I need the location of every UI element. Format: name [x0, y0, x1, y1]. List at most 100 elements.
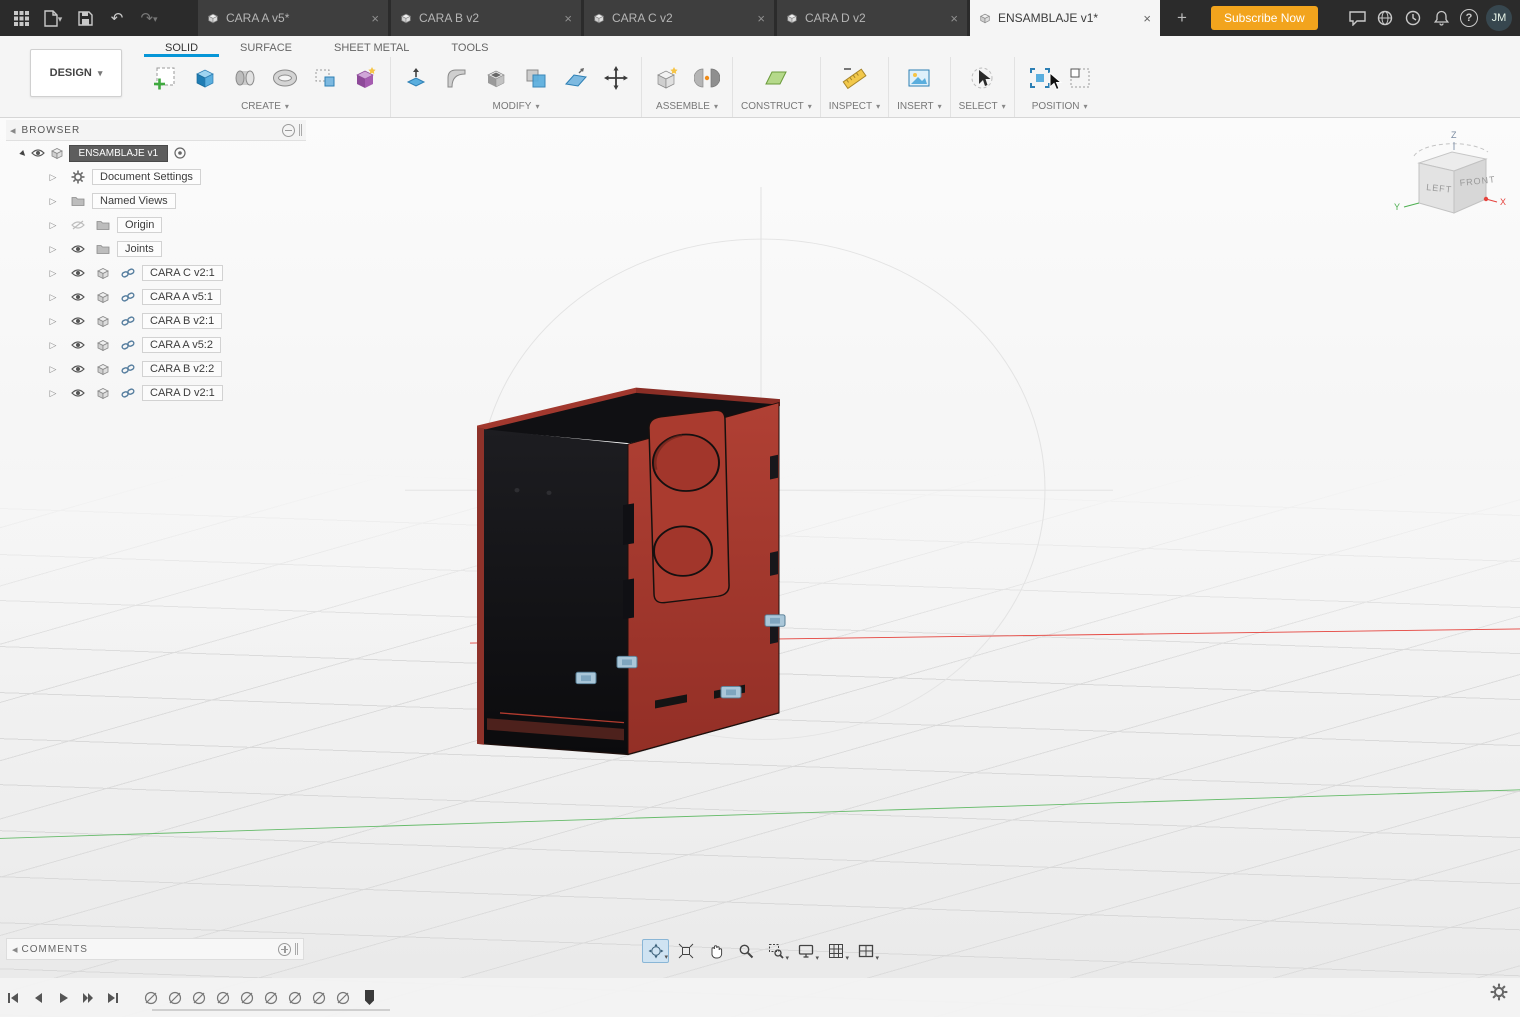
browser-item-label[interactable]: Named Views: [92, 193, 176, 209]
new-tab-button[interactable]: [1169, 5, 1195, 31]
file-menu-icon[interactable]: [42, 7, 64, 29]
timeline-feature-icon[interactable]: [141, 987, 160, 1008]
group-construct-menu[interactable]: CONSTRUCT: [741, 98, 812, 112]
browser-item-label[interactable]: CARA A v5:2: [142, 337, 221, 353]
joint-handle[interactable]: [616, 655, 638, 669]
document-tab[interactable]: CARA A v5*: [198, 0, 388, 36]
group-insert-menu[interactable]: INSERT: [897, 98, 942, 112]
document-tab[interactable]: CARA D v2: [777, 0, 967, 36]
browser-row[interactable]: Joints: [6, 237, 306, 261]
browser-item-label[interactable]: CARA D v2:1: [142, 385, 223, 401]
timeline-settings-gear-icon[interactable]: [1490, 983, 1508, 1006]
eye-icon[interactable]: [71, 242, 85, 256]
press-pull-icon[interactable]: [399, 61, 433, 95]
browser-item-label[interactable]: Joints: [117, 241, 162, 257]
comments-panel[interactable]: COMMENTS: [6, 938, 304, 960]
new-component-icon[interactable]: [650, 61, 684, 95]
capture-position-icon[interactable]: [1023, 61, 1057, 95]
offset-face-icon[interactable]: [559, 61, 593, 95]
browser-row[interactable]: Origin: [6, 213, 306, 237]
zoom-tool-button[interactable]: [732, 939, 759, 963]
joint-handle[interactable]: [764, 614, 786, 627]
expander-icon[interactable]: [50, 363, 57, 375]
extensions-icon[interactable]: [1374, 7, 1396, 29]
close-icon[interactable]: [371, 11, 379, 26]
browser-item-label[interactable]: CARA A v5:1: [142, 289, 221, 305]
timeline-feature-icon[interactable]: [189, 987, 208, 1008]
timeline-feature-icon[interactable]: [309, 987, 328, 1008]
eye-icon[interactable]: [71, 362, 85, 376]
collapse-panel-icon[interactable]: [10, 124, 16, 137]
timeline-skip-end-button[interactable]: [100, 987, 125, 1009]
construction-plane-icon[interactable]: [759, 61, 793, 95]
close-icon[interactable]: [1143, 11, 1151, 26]
document-tab[interactable]: CARA B v2: [391, 0, 581, 36]
activate-target-icon[interactable]: [173, 146, 187, 160]
orbit-tool-button[interactable]: [642, 939, 669, 963]
model[interactable]: [477, 387, 780, 756]
undo-icon[interactable]: ↶: [106, 7, 128, 29]
timeline-feature-icon[interactable]: [213, 987, 232, 1008]
expander-icon[interactable]: [50, 195, 57, 207]
browser-row[interactable]: CARA D v2:1: [6, 381, 306, 405]
comments-icon[interactable]: [1346, 7, 1368, 29]
box-icon[interactable]: [188, 61, 222, 95]
timeline-step-forward-button[interactable]: [75, 987, 100, 1009]
timeline-play-button[interactable]: [50, 987, 75, 1009]
base-feature-icon[interactable]: [308, 61, 342, 95]
browser-row[interactable]: Document Settings: [6, 165, 306, 189]
expander-icon[interactable]: [50, 339, 57, 351]
timeline-scrollbar[interactable]: [152, 1009, 390, 1011]
insert-canvas-icon[interactable]: [902, 61, 936, 95]
timeline-skip-start-button[interactable]: [0, 987, 25, 1009]
joint-handle[interactable]: [720, 685, 742, 699]
browser-root-row[interactable]: ENSAMBLAJE v1: [6, 141, 306, 165]
eye-icon[interactable]: [71, 290, 85, 304]
view-cube[interactable]: LEFT FRONT Z Y X: [1392, 126, 1508, 230]
grid-snap-button[interactable]: [822, 939, 849, 963]
pan-tool-button[interactable]: [702, 939, 729, 963]
create-sketch-icon[interactable]: [148, 61, 182, 95]
timeline-position-marker[interactable]: [365, 990, 374, 1005]
revert-position-icon[interactable]: [1063, 61, 1097, 95]
combine-icon[interactable]: [519, 61, 553, 95]
move-icon[interactable]: [599, 61, 633, 95]
avatar[interactable]: JM: [1486, 5, 1512, 31]
notifications-bell-icon[interactable]: [1430, 7, 1452, 29]
browser-row[interactable]: CARA B v2:1: [6, 309, 306, 333]
eye-icon[interactable]: [71, 314, 85, 328]
close-icon[interactable]: [564, 11, 572, 26]
expander-icon[interactable]: [50, 387, 57, 399]
tab-surface[interactable]: SURFACE: [219, 40, 313, 57]
fillet-icon[interactable]: [439, 61, 473, 95]
subscribe-button[interactable]: Subscribe Now: [1211, 6, 1318, 30]
document-tab-active[interactable]: ENSAMBLAJE v1*: [970, 0, 1160, 36]
fit-view-button[interactable]: [672, 939, 699, 963]
timeline-feature-icon[interactable]: [285, 987, 304, 1008]
expander-open-icon[interactable]: [20, 147, 26, 160]
job-status-icon[interactable]: [1402, 7, 1424, 29]
save-icon[interactable]: [74, 7, 96, 29]
collapse-panel-icon[interactable]: [12, 940, 18, 958]
timeline-feature-icon[interactable]: [333, 987, 352, 1008]
viewports-button[interactable]: [852, 939, 879, 963]
browser-row[interactable]: CARA B v2:2: [6, 357, 306, 381]
workspace-switcher[interactable]: DESIGN: [30, 49, 122, 97]
close-icon[interactable]: [950, 11, 958, 26]
browser-item-label[interactable]: CARA B v2:1: [142, 313, 223, 329]
document-tab[interactable]: CARA C v2: [584, 0, 774, 36]
torus-icon[interactable]: [268, 61, 302, 95]
browser-row[interactable]: CARA C v2:1: [6, 261, 306, 285]
expander-icon[interactable]: [50, 243, 57, 255]
timeline-step-back-button[interactable]: [25, 987, 50, 1009]
tab-tools[interactable]: TOOLS: [430, 40, 509, 57]
browser-item-label[interactable]: Document Settings: [92, 169, 201, 185]
group-assemble-menu[interactable]: ASSEMBLE: [650, 98, 724, 112]
eye-icon[interactable]: [71, 266, 85, 280]
eye-icon[interactable]: [71, 338, 85, 352]
expander-icon[interactable]: [50, 219, 57, 231]
add-comment-icon[interactable]: [278, 942, 291, 956]
browser-item-label[interactable]: Origin: [117, 217, 163, 233]
close-icon[interactable]: [757, 11, 765, 26]
root-component-label[interactable]: ENSAMBLAJE v1: [68, 144, 169, 162]
